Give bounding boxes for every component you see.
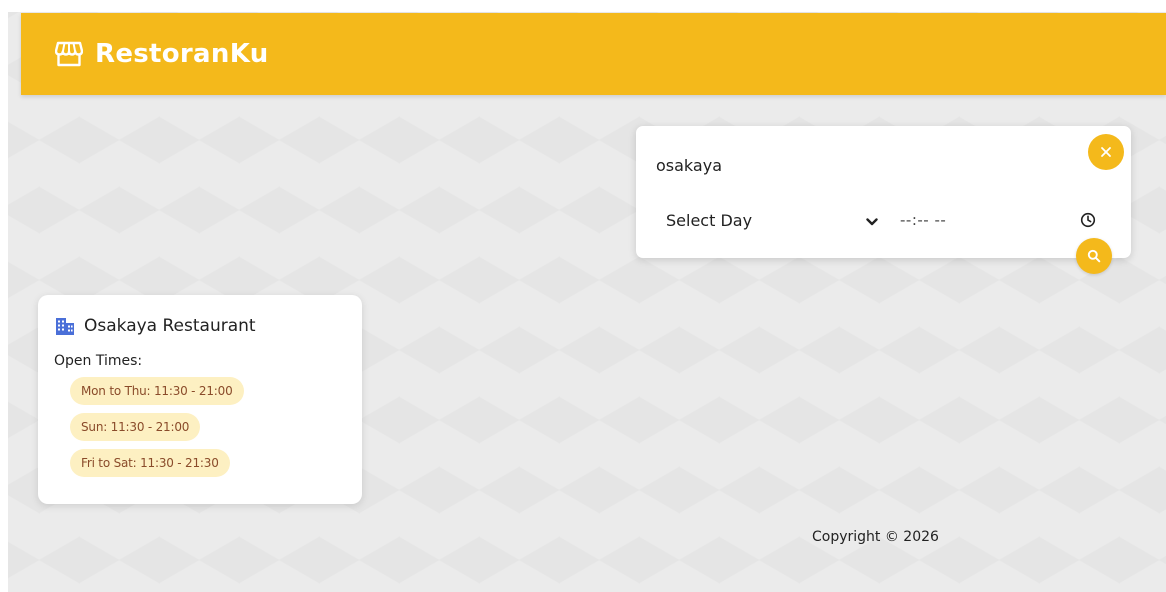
navbar: RestoranKu [21, 13, 1166, 95]
building-icon [54, 315, 76, 337]
search-panel: Select Day --:-- -- [636, 126, 1131, 274]
time-input[interactable]: --:-- -- [900, 206, 1100, 234]
open-time-chip: Sun: 11:30 - 21:00 [70, 413, 201, 441]
store-icon [55, 41, 83, 67]
search-button[interactable] [1076, 238, 1112, 274]
brand-title[interactable]: RestoranKu [95, 39, 269, 69]
time-input-value: --:-- -- [900, 211, 947, 229]
open-times-label: Open Times: [54, 353, 143, 369]
close-icon [1100, 146, 1112, 158]
open-times-list: Mon to Thu: 11:30 - 21:00 Sun: 11:30 - 2… [70, 377, 244, 485]
restaurant-card-header: Osakaya Restaurant [54, 315, 256, 337]
day-select[interactable]: Select Day [666, 206, 881, 234]
search-input[interactable] [656, 150, 1076, 180]
clock-icon[interactable] [1080, 212, 1096, 232]
window-top-edge [0, 0, 1166, 12]
restaurant-name: Osakaya Restaurant [84, 316, 256, 336]
restaurant-card[interactable]: Osakaya Restaurant Open Times: Mon to Th… [38, 295, 362, 504]
search-icon [1087, 249, 1101, 263]
copyright-text: Copyright © 2026 [812, 529, 939, 545]
open-time-chip: Mon to Thu: 11:30 - 21:00 [70, 377, 244, 405]
day-select-value: Select Day [666, 210, 753, 230]
window-left-edge [0, 0, 8, 592]
open-time-chip: Fri to Sat: 11:30 - 21:30 [70, 449, 230, 477]
chevron-down-icon [866, 212, 878, 231]
clear-search-button[interactable] [1088, 134, 1124, 170]
